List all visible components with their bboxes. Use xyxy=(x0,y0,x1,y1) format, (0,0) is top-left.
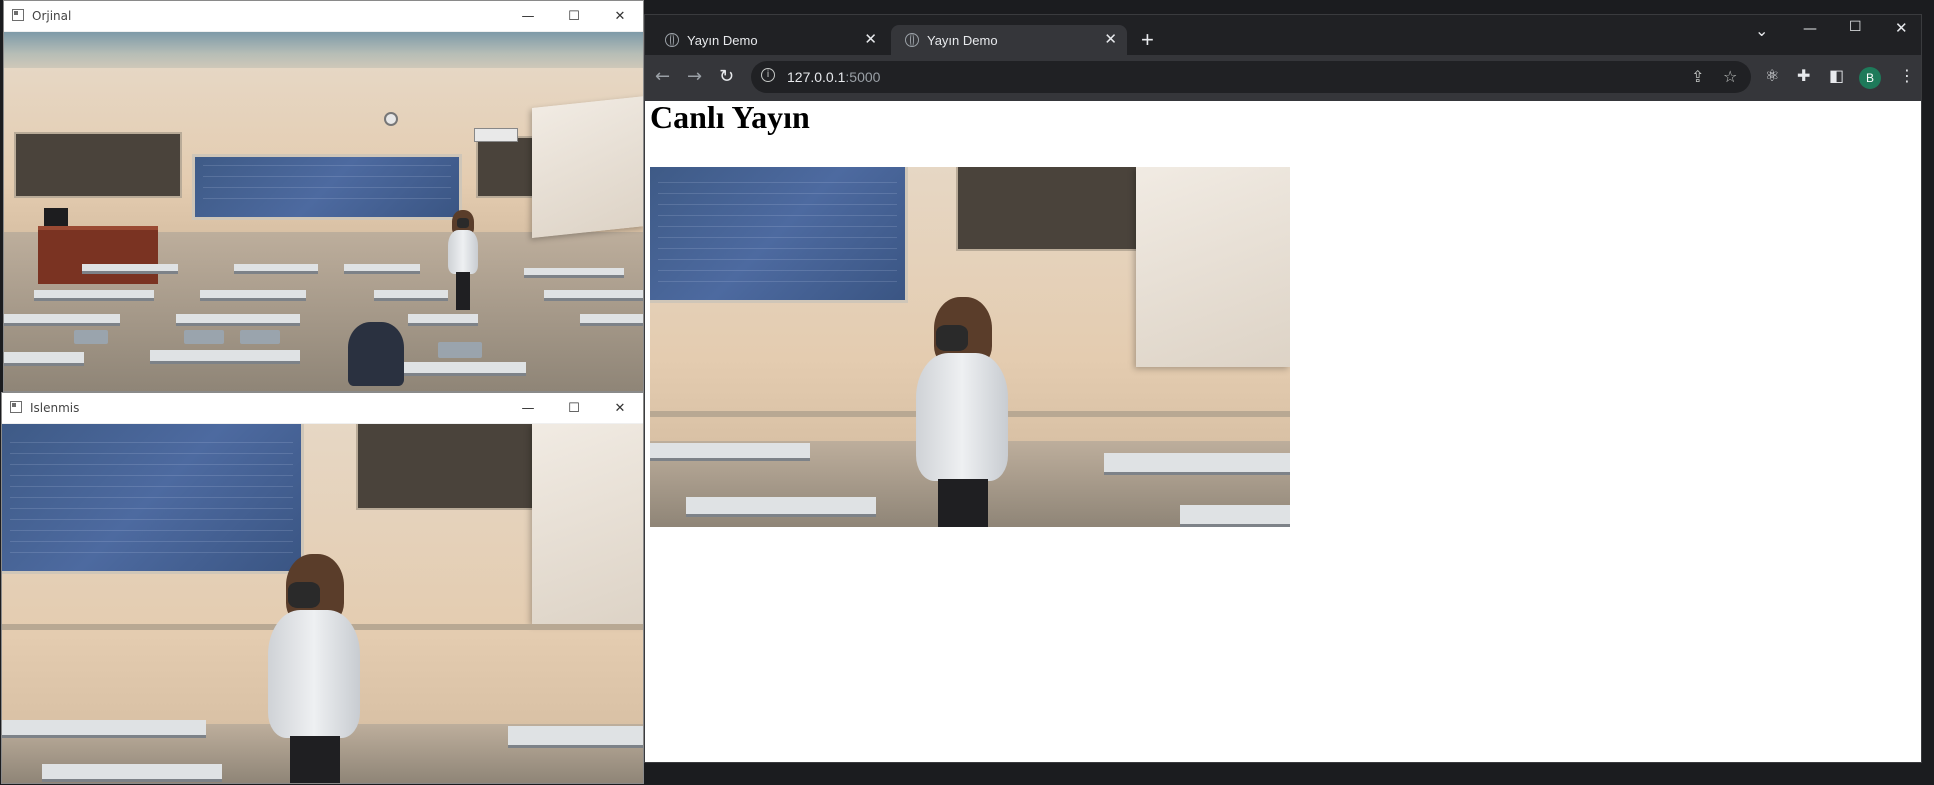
wall-clock xyxy=(384,112,398,126)
processed-window-title: Islenmis xyxy=(30,401,80,415)
extensions-puzzle-icon[interactable]: ✚ xyxy=(1797,66,1810,85)
url-host: 127.0.0.1 xyxy=(787,69,846,85)
browser-maximize-button[interactable]: ☐ xyxy=(1849,19,1862,35)
maximize-button[interactable]: ☐ xyxy=(551,1,597,31)
tab-search-chevron-icon[interactable]: ⌄ xyxy=(1755,21,1768,40)
site-info-icon[interactable]: i xyxy=(761,68,775,82)
original-video-frame xyxy=(4,32,643,391)
processed-video-window: Islenmis — ☐ ✕ xyxy=(1,392,644,784)
tab-close-button[interactable]: ✕ xyxy=(1104,30,1117,48)
processed-window-titlebar[interactable]: Islenmis — ☐ ✕ xyxy=(2,393,643,423)
forward-button[interactable]: → xyxy=(687,66,702,87)
minimize-button[interactable]: — xyxy=(505,393,551,423)
original-window-titlebar[interactable]: Orjinal — ☐ ✕ xyxy=(4,1,643,31)
browser-toolbar: ← → ↻ i 127.0.0.1:5000 ⇪ ☆ ⚛ ✚ ◧ B ⋮ xyxy=(645,55,1921,101)
original-video-window: Orjinal — ☐ ✕ xyxy=(3,0,644,392)
address-bar[interactable]: i 127.0.0.1:5000 ⇪ ☆ xyxy=(751,61,1751,93)
page-heading: Canlı Yayın xyxy=(650,99,810,135)
profile-avatar[interactable]: B xyxy=(1859,67,1881,89)
browser-close-button[interactable]: ✕ xyxy=(1895,19,1908,37)
back-button[interactable]: ← xyxy=(655,66,670,87)
page-viewport: Canlı Yayın xyxy=(645,99,1921,762)
close-button[interactable]: ✕ xyxy=(597,393,643,423)
window-app-icon xyxy=(10,401,22,413)
globe-icon xyxy=(665,33,679,47)
tab-strip: Yayın Demo ✕ Yayın Demo ✕ + ⌄ — ☐ ✕ xyxy=(645,15,1921,55)
tab-yayin-demo-1[interactable]: Yayın Demo ✕ xyxy=(651,25,887,55)
side-panel-icon[interactable]: ◧ xyxy=(1829,66,1844,85)
standing-person xyxy=(444,210,484,310)
standing-person xyxy=(904,297,1024,527)
maximize-button[interactable]: ☐ xyxy=(551,393,597,423)
url-text[interactable]: 127.0.0.1:5000 xyxy=(787,69,880,85)
react-devtools-icon[interactable]: ⚛ xyxy=(1765,66,1779,85)
tab-label: Yayın Demo xyxy=(927,33,998,48)
share-icon[interactable]: ⇪ xyxy=(1691,67,1704,86)
browser-minimize-button[interactable]: — xyxy=(1803,21,1817,37)
menu-kebab-icon[interactable]: ⋮ xyxy=(1899,66,1915,85)
processed-video-frame xyxy=(2,424,643,783)
new-tab-button[interactable]: + xyxy=(1141,27,1154,53)
bookmark-star-icon[interactable]: ☆ xyxy=(1723,67,1737,86)
browser-window: Yayın Demo ✕ Yayın Demo ✕ + ⌄ — ☐ ✕ ← → … xyxy=(644,14,1922,763)
minimize-button[interactable]: — xyxy=(505,1,551,31)
live-stream-image xyxy=(650,167,1290,527)
close-button[interactable]: ✕ xyxy=(597,1,643,31)
tab-label: Yayın Demo xyxy=(687,33,758,48)
url-port: :5000 xyxy=(845,69,881,85)
reload-button[interactable]: ↻ xyxy=(719,66,734,87)
standing-person xyxy=(256,554,376,783)
window-app-icon xyxy=(12,9,24,21)
globe-icon xyxy=(905,33,919,47)
original-window-title: Orjinal xyxy=(32,9,72,23)
tab-close-button[interactable]: ✕ xyxy=(864,30,877,48)
tab-yayin-demo-2[interactable]: Yayın Demo ✕ xyxy=(891,25,1127,55)
